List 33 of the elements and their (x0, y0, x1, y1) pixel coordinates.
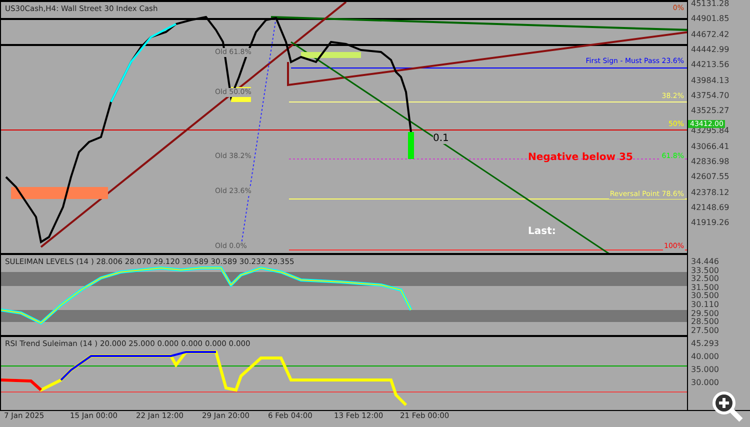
price-axis-label: 42836.98 (691, 157, 730, 166)
zoom-in-icon[interactable] (710, 389, 744, 423)
price-axis-label: 44672.42 (691, 30, 730, 39)
price-axis-label: 43984.13 (691, 76, 730, 84)
price-zone (301, 52, 361, 58)
price-axis-label: 42607.55 (691, 172, 730, 182)
indicator-axis-label: 35.000 (691, 365, 719, 374)
indicator-axis-label: 40.000 (691, 352, 719, 361)
price-axis-label: 43754.70 (691, 90, 730, 100)
indicator-axis-label: 30.500 (691, 291, 719, 300)
price-axis-label: 43525.27 (691, 106, 730, 116)
price-axis-label: 44901.85 (691, 14, 730, 24)
indicator-axis-label: 30.110 (691, 300, 719, 309)
indicator-axis-label: 31.500 (691, 282, 719, 292)
price-axis-label: 45131.28 (691, 0, 730, 8)
indicator-axis-label: 27.500 (691, 326, 719, 335)
price-axis-label: 44213.56 (691, 60, 730, 70)
indicator-axis-label: 28.500 (691, 317, 719, 326)
chart-annotation: 0.1 (433, 133, 449, 144)
price-axis-label: 42378.12 (691, 188, 730, 197)
indicator-axis-label: 34.446 (691, 257, 719, 266)
chart-annotation: Negative below 35 (528, 152, 633, 163)
price-axis-label: 42148.69 (691, 202, 730, 212)
indicator-axis-label: 45.293 (691, 339, 719, 348)
chart-annotation: Last: (528, 226, 556, 237)
indicator-axis-label: 30.000 (691, 378, 719, 387)
indicator-axis-label: 32.500 (691, 274, 719, 284)
indicator-axis-label: 29.500 (691, 308, 719, 318)
indicator-axis-label: 33.500 (691, 266, 719, 275)
price-axis-label: 44442.99 (691, 44, 730, 54)
price-axis-label: 41919.26 (691, 218, 730, 228)
signal-bar (408, 132, 414, 159)
price-axis-label: 43066.41 (691, 142, 730, 151)
